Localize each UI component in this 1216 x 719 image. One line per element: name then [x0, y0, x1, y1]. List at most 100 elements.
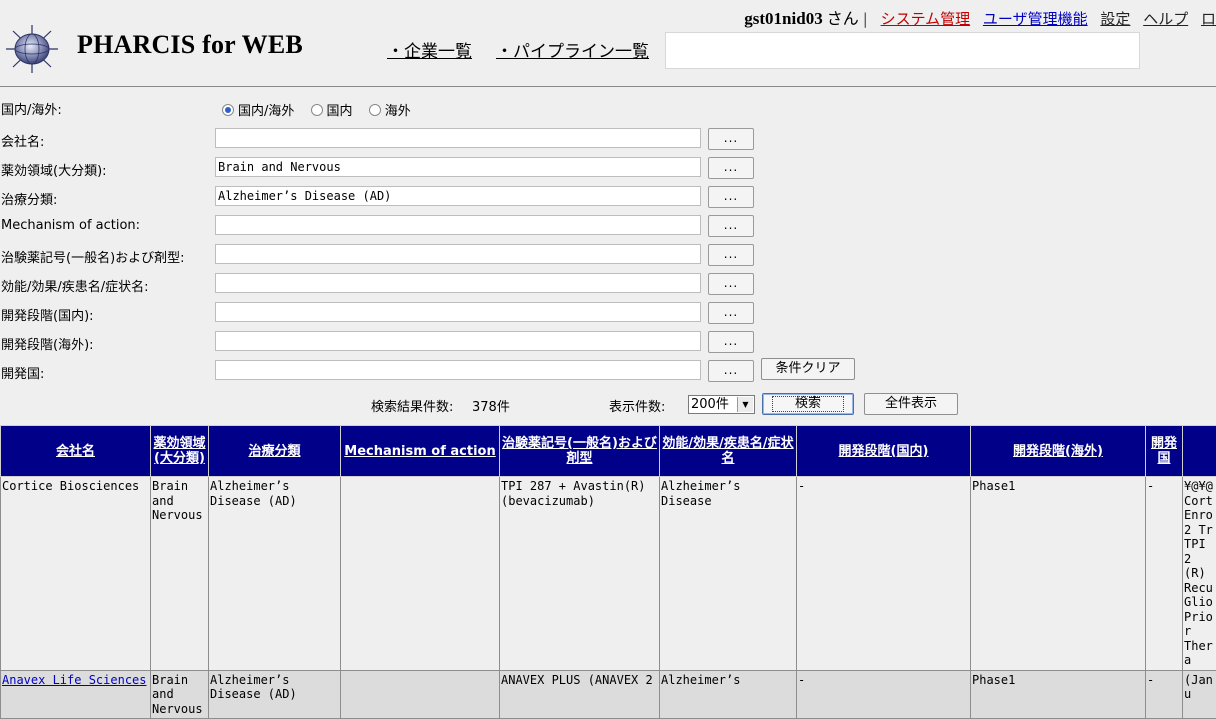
- region-option-domestic[interactable]: 国内: [311, 104, 353, 119]
- col-header-indication[interactable]: 効能/効果/疾患名/症状名: [660, 426, 797, 477]
- therapeutic-area-input[interactable]: Brain and Nervous: [215, 157, 701, 177]
- therapeutic-area-picker-button[interactable]: ...: [708, 157, 754, 179]
- drug-code-picker-button[interactable]: ...: [708, 244, 754, 266]
- stage-overseas-input[interactable]: [215, 331, 701, 351]
- result-count-label: 検索結果件数:: [371, 396, 453, 415]
- cell-indication: Alzheimer’s: [660, 670, 797, 719]
- country-picker-button[interactable]: ...: [708, 360, 754, 382]
- radio-selected-icon[interactable]: [222, 104, 234, 116]
- col-header-treatment-class[interactable]: 治療分類: [209, 426, 341, 477]
- country-input[interactable]: [215, 360, 701, 380]
- cell-country: -: [1146, 670, 1183, 719]
- dropdown-arrow-icon[interactable]: ▼: [737, 397, 753, 412]
- field-label: 薬効領域(大分類):: [1, 160, 107, 179]
- stage-overseas-picker-button[interactable]: ...: [708, 331, 754, 353]
- per-page-select[interactable]: 200件 ▼: [688, 395, 755, 414]
- field-label: 治験薬記号(一般名)および剤型:: [1, 247, 185, 266]
- stage-domestic-input[interactable]: [215, 302, 701, 322]
- region-radio-group: 国内/海外 国内 海外: [222, 100, 423, 119]
- settings-link[interactable]: 設定: [1100, 10, 1130, 28]
- col-header-mechanism[interactable]: Mechanism of action: [341, 426, 500, 477]
- cell-drug-code: ANAVEX PLUS (ANAVEX 2: [500, 670, 660, 719]
- cell-stage-overseas: Phase1: [971, 477, 1146, 671]
- cell-company-link[interactable]: Anavex Life Sciences: [1, 670, 151, 719]
- user-management-link[interactable]: ユーザ管理機能: [983, 10, 1088, 28]
- form-row-indication: 効能/効果/疾患名/症状名: ...: [0, 273, 1216, 295]
- app-header: PHARCIS for WEB ・企業一覧 ・パイプライン一覧 gst01nid…: [0, 0, 1216, 87]
- results-table: 会社名 薬効領域(大分類) 治療分類 Mechanism of action 治…: [0, 425, 1216, 719]
- header-blank-panel: [665, 32, 1140, 69]
- cell-stage-domestic: -: [797, 670, 971, 719]
- region-option-label: 国内/海外: [238, 104, 294, 119]
- cell-company: Cortice Biosciences: [1, 477, 151, 671]
- form-row-stage-domestic: 開発段階(国内): ...: [0, 302, 1216, 324]
- form-row-company: 会社名: ...: [0, 128, 1216, 150]
- field-label: Mechanism of action:: [1, 218, 140, 233]
- user-bar: gst01nid03 さん| システム管理 ユーザ管理機能 設定 ヘルプ ロ: [736, 5, 1216, 29]
- col-header-therapeutic-area[interactable]: 薬効領域(大分類): [151, 426, 209, 477]
- search-button[interactable]: 検索: [762, 393, 854, 415]
- col-header-stage-overseas[interactable]: 開発段階(海外): [971, 426, 1146, 477]
- cell-notes: ¥@¥@ Cort Enro 2 Tr TPI 2 (R) Recu Glio …: [1183, 477, 1216, 671]
- nav-pipeline-list[interactable]: ・パイプライン一覧: [496, 37, 649, 62]
- region-option-label: 海外: [385, 104, 411, 119]
- cell-stage-domestic: -: [797, 477, 971, 671]
- cell-therapeutic-area: Brain and Nervous: [151, 477, 209, 671]
- globe-logo-icon: [4, 24, 60, 74]
- form-row-stage-overseas: 開発段階(海外): ...: [0, 331, 1216, 353]
- col-header-stage-domestic[interactable]: 開発段階(国内): [797, 426, 971, 477]
- indication-input[interactable]: [215, 273, 701, 293]
- help-link[interactable]: ヘルプ: [1143, 10, 1188, 28]
- cell-indication: Alzheimer’s Disease: [660, 477, 797, 671]
- drug-code-input[interactable]: [215, 244, 701, 264]
- cell-treatment-class: Alzheimer’s Disease (AD): [209, 670, 341, 719]
- col-header-drug-code[interactable]: 治験薬記号(一般名)および剤型: [500, 426, 660, 477]
- region-option-overseas[interactable]: 海外: [369, 104, 411, 119]
- show-all-button[interactable]: 全件表示: [864, 393, 958, 415]
- per-page-value: 200件: [691, 397, 729, 412]
- mechanism-input[interactable]: [215, 215, 701, 235]
- cell-stage-overseas: Phase1: [971, 670, 1146, 719]
- col-header-extra: [1183, 426, 1216, 477]
- radio-icon[interactable]: [311, 104, 323, 116]
- table-row: Cortice Biosciences Brain and Nervous Al…: [1, 477, 1216, 671]
- form-row-treatment-class: 治療分類: Alzheimer’s Disease (AD) ...: [0, 186, 1216, 208]
- region-option-label: 国内: [327, 104, 353, 119]
- table-header-row: 会社名 薬効領域(大分類) 治療分類 Mechanism of action 治…: [1, 426, 1216, 477]
- region-label: 国内/海外:: [1, 99, 62, 118]
- system-admin-link[interactable]: システム管理: [881, 10, 971, 28]
- region-option-both[interactable]: 国内/海外: [222, 104, 294, 119]
- company-picker-button[interactable]: ...: [708, 128, 754, 150]
- logout-link[interactable]: ロ: [1201, 10, 1216, 28]
- table-row: Anavex Life Sciences Brain and Nervous A…: [1, 670, 1216, 719]
- cell-mechanism: [341, 670, 500, 719]
- treatment-class-input[interactable]: Alzheimer’s Disease (AD): [215, 186, 701, 206]
- mechanism-picker-button[interactable]: ...: [708, 215, 754, 237]
- col-header-company[interactable]: 会社名: [1, 426, 151, 477]
- form-row-therapeutic-area: 薬効領域(大分類): Brain and Nervous ...: [0, 157, 1216, 179]
- user-separator: |: [863, 10, 868, 28]
- result-count: 378件: [472, 396, 510, 415]
- clear-conditions-button[interactable]: 条件クリア: [761, 358, 855, 380]
- col-header-country[interactable]: 開発国: [1146, 426, 1183, 477]
- cell-notes: (Janu: [1183, 670, 1216, 719]
- field-label: 効能/効果/疾患名/症状名:: [1, 276, 149, 295]
- per-page-label: 表示件数:: [609, 396, 665, 415]
- form-row-drug-code: 治験薬記号(一般名)および剤型: ...: [0, 244, 1216, 266]
- field-label: 開発国:: [1, 363, 44, 382]
- app-brand-title: PHARCIS for WEB: [77, 30, 303, 60]
- radio-icon[interactable]: [369, 104, 381, 116]
- user-name: gst01nid03: [744, 9, 822, 28]
- form-row-country: 開発国: ...: [0, 360, 1216, 382]
- stage-domestic-picker-button[interactable]: ...: [708, 302, 754, 324]
- user-suffix: さん: [827, 9, 859, 28]
- nav-company-list[interactable]: ・企業一覧: [387, 37, 472, 62]
- company-input[interactable]: [215, 128, 701, 148]
- field-label: 開発段階(海外):: [1, 334, 94, 353]
- cell-mechanism: [341, 477, 500, 671]
- cell-drug-code: TPI 287 + Avastin(R) (bevacizumab): [500, 477, 660, 671]
- treatment-class-picker-button[interactable]: ...: [708, 186, 754, 208]
- indication-picker-button[interactable]: ...: [708, 273, 754, 295]
- cell-therapeutic-area: Brain and Nervous: [151, 670, 209, 719]
- form-row-mechanism: Mechanism of action: ...: [0, 215, 1216, 237]
